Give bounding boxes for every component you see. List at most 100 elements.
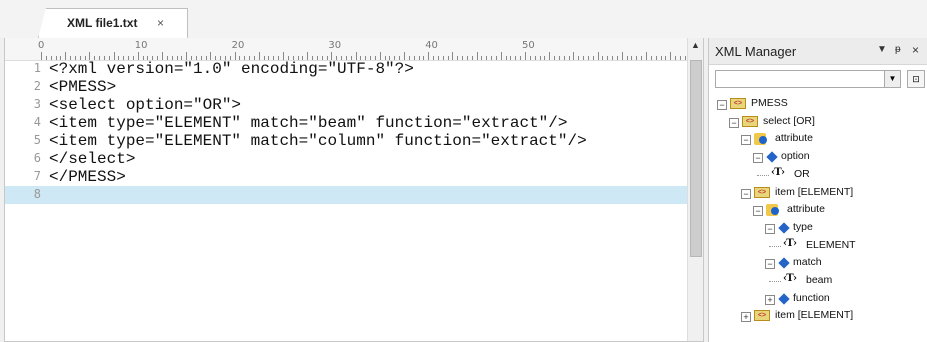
diamond-icon: [766, 151, 778, 163]
tree-connector: [757, 174, 769, 177]
collapse-icon[interactable]: −: [741, 188, 751, 199]
ruler-tick: [137, 52, 139, 60]
vertical-scrollbar[interactable]: ▲: [687, 38, 703, 341]
element-icon: <>: [742, 115, 758, 127]
diamond-icon: [778, 293, 790, 305]
close-icon[interactable]: ×: [157, 16, 164, 30]
collapse-icon[interactable]: −: [741, 135, 751, 146]
diamond-icon: [778, 257, 790, 269]
code-line[interactable]: 2 <PMESS>: [5, 78, 690, 96]
ruler-tick: [404, 52, 405, 60]
ruler-label: 20: [231, 40, 245, 51]
ruler-tick: [113, 52, 115, 60]
tree-node-label: attribute: [775, 132, 813, 145]
ruler-tick: [379, 52, 381, 60]
tab-bar: XML file1.txt ×: [0, 0, 927, 38]
ruler-tick: [500, 52, 502, 60]
text-node-icon: ‹T›: [783, 237, 797, 249]
xml-manager-panel: XML Manager ▼ ᵽ × ▼ ⊡ − <> PMESS − <> select …: [708, 38, 927, 342]
ruler-tick: [670, 52, 672, 60]
line-number: 3: [33, 97, 41, 111]
ruler-tick: [428, 52, 430, 60]
element-icon: <>: [730, 98, 746, 109]
ruler-tick: [283, 52, 284, 60]
collapse-icon[interactable]: −: [753, 153, 763, 164]
ruler-tick: [476, 52, 478, 60]
tree-node-label: type: [793, 220, 813, 233]
collapse-all-button[interactable]: ⊡: [907, 70, 925, 88]
expand-icon[interactable]: +: [765, 294, 775, 305]
code-text[interactable]: <?xml version="1.0" encoding="UTF-8"?>: [49, 60, 414, 78]
ruler-tick: [525, 52, 526, 60]
panel-header: XML Manager ▼ ᵽ ×: [709, 38, 927, 65]
code-line[interactable]: 8: [5, 186, 690, 204]
tree-node-label: item [ELEMENT]: [775, 185, 854, 198]
code-line[interactable]: 3 <select option="OR">: [5, 96, 690, 114]
ruler-tick: [331, 52, 333, 60]
attribute-folder-icon: [766, 204, 779, 217]
code-line[interactable]: 5 <item type="ELEMENT" match="column" fun…: [5, 132, 690, 150]
tree-node-label: attribute: [787, 203, 825, 216]
line-number: 2: [33, 79, 41, 93]
text-node-icon: ‹T›: [771, 166, 785, 178]
ruler-tick: [549, 52, 551, 60]
filter-select[interactable]: ▼: [715, 70, 901, 88]
code-line[interactable]: 7 </PMESS>: [5, 168, 690, 186]
line-number: 7: [33, 169, 41, 183]
element-icon: <>: [754, 186, 770, 198]
tree-node-label: item [ELEMENT]: [775, 309, 854, 322]
code-text[interactable]: <item type="ELEMENT" match="beam" functi…: [49, 114, 567, 132]
ruler-tick: [646, 52, 647, 60]
code-text[interactable]: <select option="OR">: [49, 96, 241, 114]
panel-menu-icon[interactable]: ▼: [877, 44, 887, 55]
collapse-icon[interactable]: −: [765, 223, 775, 234]
scrollbar-thumb[interactable]: [690, 60, 702, 257]
code-text[interactable]: <PMESS>: [49, 78, 116, 96]
ruler-tick: [89, 52, 91, 60]
expand-icon[interactable]: +: [741, 312, 751, 323]
code-line[interactable]: 6 </select>: [5, 150, 690, 168]
collapse-icon[interactable]: −: [753, 206, 763, 217]
code-text[interactable]: </PMESS>: [49, 168, 126, 186]
scroll-up-icon[interactable]: ▲: [690, 40, 701, 54]
attribute-folder-icon: [754, 133, 767, 146]
pin-icon[interactable]: ᵽ: [895, 44, 901, 55]
diamond-icon: [778, 222, 790, 234]
code-text[interactable]: <item type="ELEMENT" match="column" func…: [49, 132, 587, 150]
tab-xml-file1[interactable]: XML file1.txt ×: [38, 8, 188, 38]
collapse-icon[interactable]: −: [765, 259, 775, 270]
line-number: 1: [33, 61, 41, 75]
ruler-label: 0: [38, 40, 45, 51]
code-line[interactable]: 1 <?xml version="1.0" encoding="UTF-8"?>: [5, 60, 690, 78]
code-lines[interactable]: 1 <?xml version="1.0" encoding="UTF-8"?> 2…: [5, 60, 690, 204]
code-editor[interactable]: 0 10 20 30 40 50 1 <?xml version="1.0" encodin…: [4, 38, 704, 342]
ruler-tick: [162, 52, 163, 60]
tree-node-label: OR: [794, 167, 810, 180]
line-number: 4: [33, 115, 41, 129]
element-icon: <>: [754, 310, 770, 322]
close-icon[interactable]: ×: [912, 43, 919, 57]
collapse-icon[interactable]: −: [717, 100, 727, 110]
tree-node-label: select [OR]: [763, 114, 815, 127]
panel-title: XML Manager: [715, 44, 797, 59]
ruler-tick: [234, 52, 236, 60]
ruler-tick: [597, 52, 599, 60]
tree-node-label: function: [793, 291, 830, 304]
tree-node-label: option: [781, 150, 810, 163]
ruler-label: 10: [134, 40, 148, 51]
tree-node-label: PMESS: [751, 97, 788, 109]
tree-connector: [769, 245, 781, 248]
ruler-tick: [41, 52, 42, 60]
collapse-icon[interactable]: −: [729, 117, 739, 128]
line-number: 5: [33, 133, 41, 147]
ruler-tick: [452, 52, 454, 60]
ruler-tick: [355, 52, 357, 60]
ruler-tick: [621, 52, 623, 60]
code-text[interactable]: </select>: [49, 150, 135, 168]
ruler-label: 40: [425, 40, 438, 51]
code-line[interactable]: 4 <item type="ELEMENT" match="beam" funct…: [5, 114, 690, 132]
text-node-icon: ‹T›: [783, 273, 797, 284]
tree-connector: [769, 281, 781, 283]
chevron-down-icon[interactable]: ▼: [884, 71, 900, 87]
ruler-tick: [307, 52, 309, 60]
